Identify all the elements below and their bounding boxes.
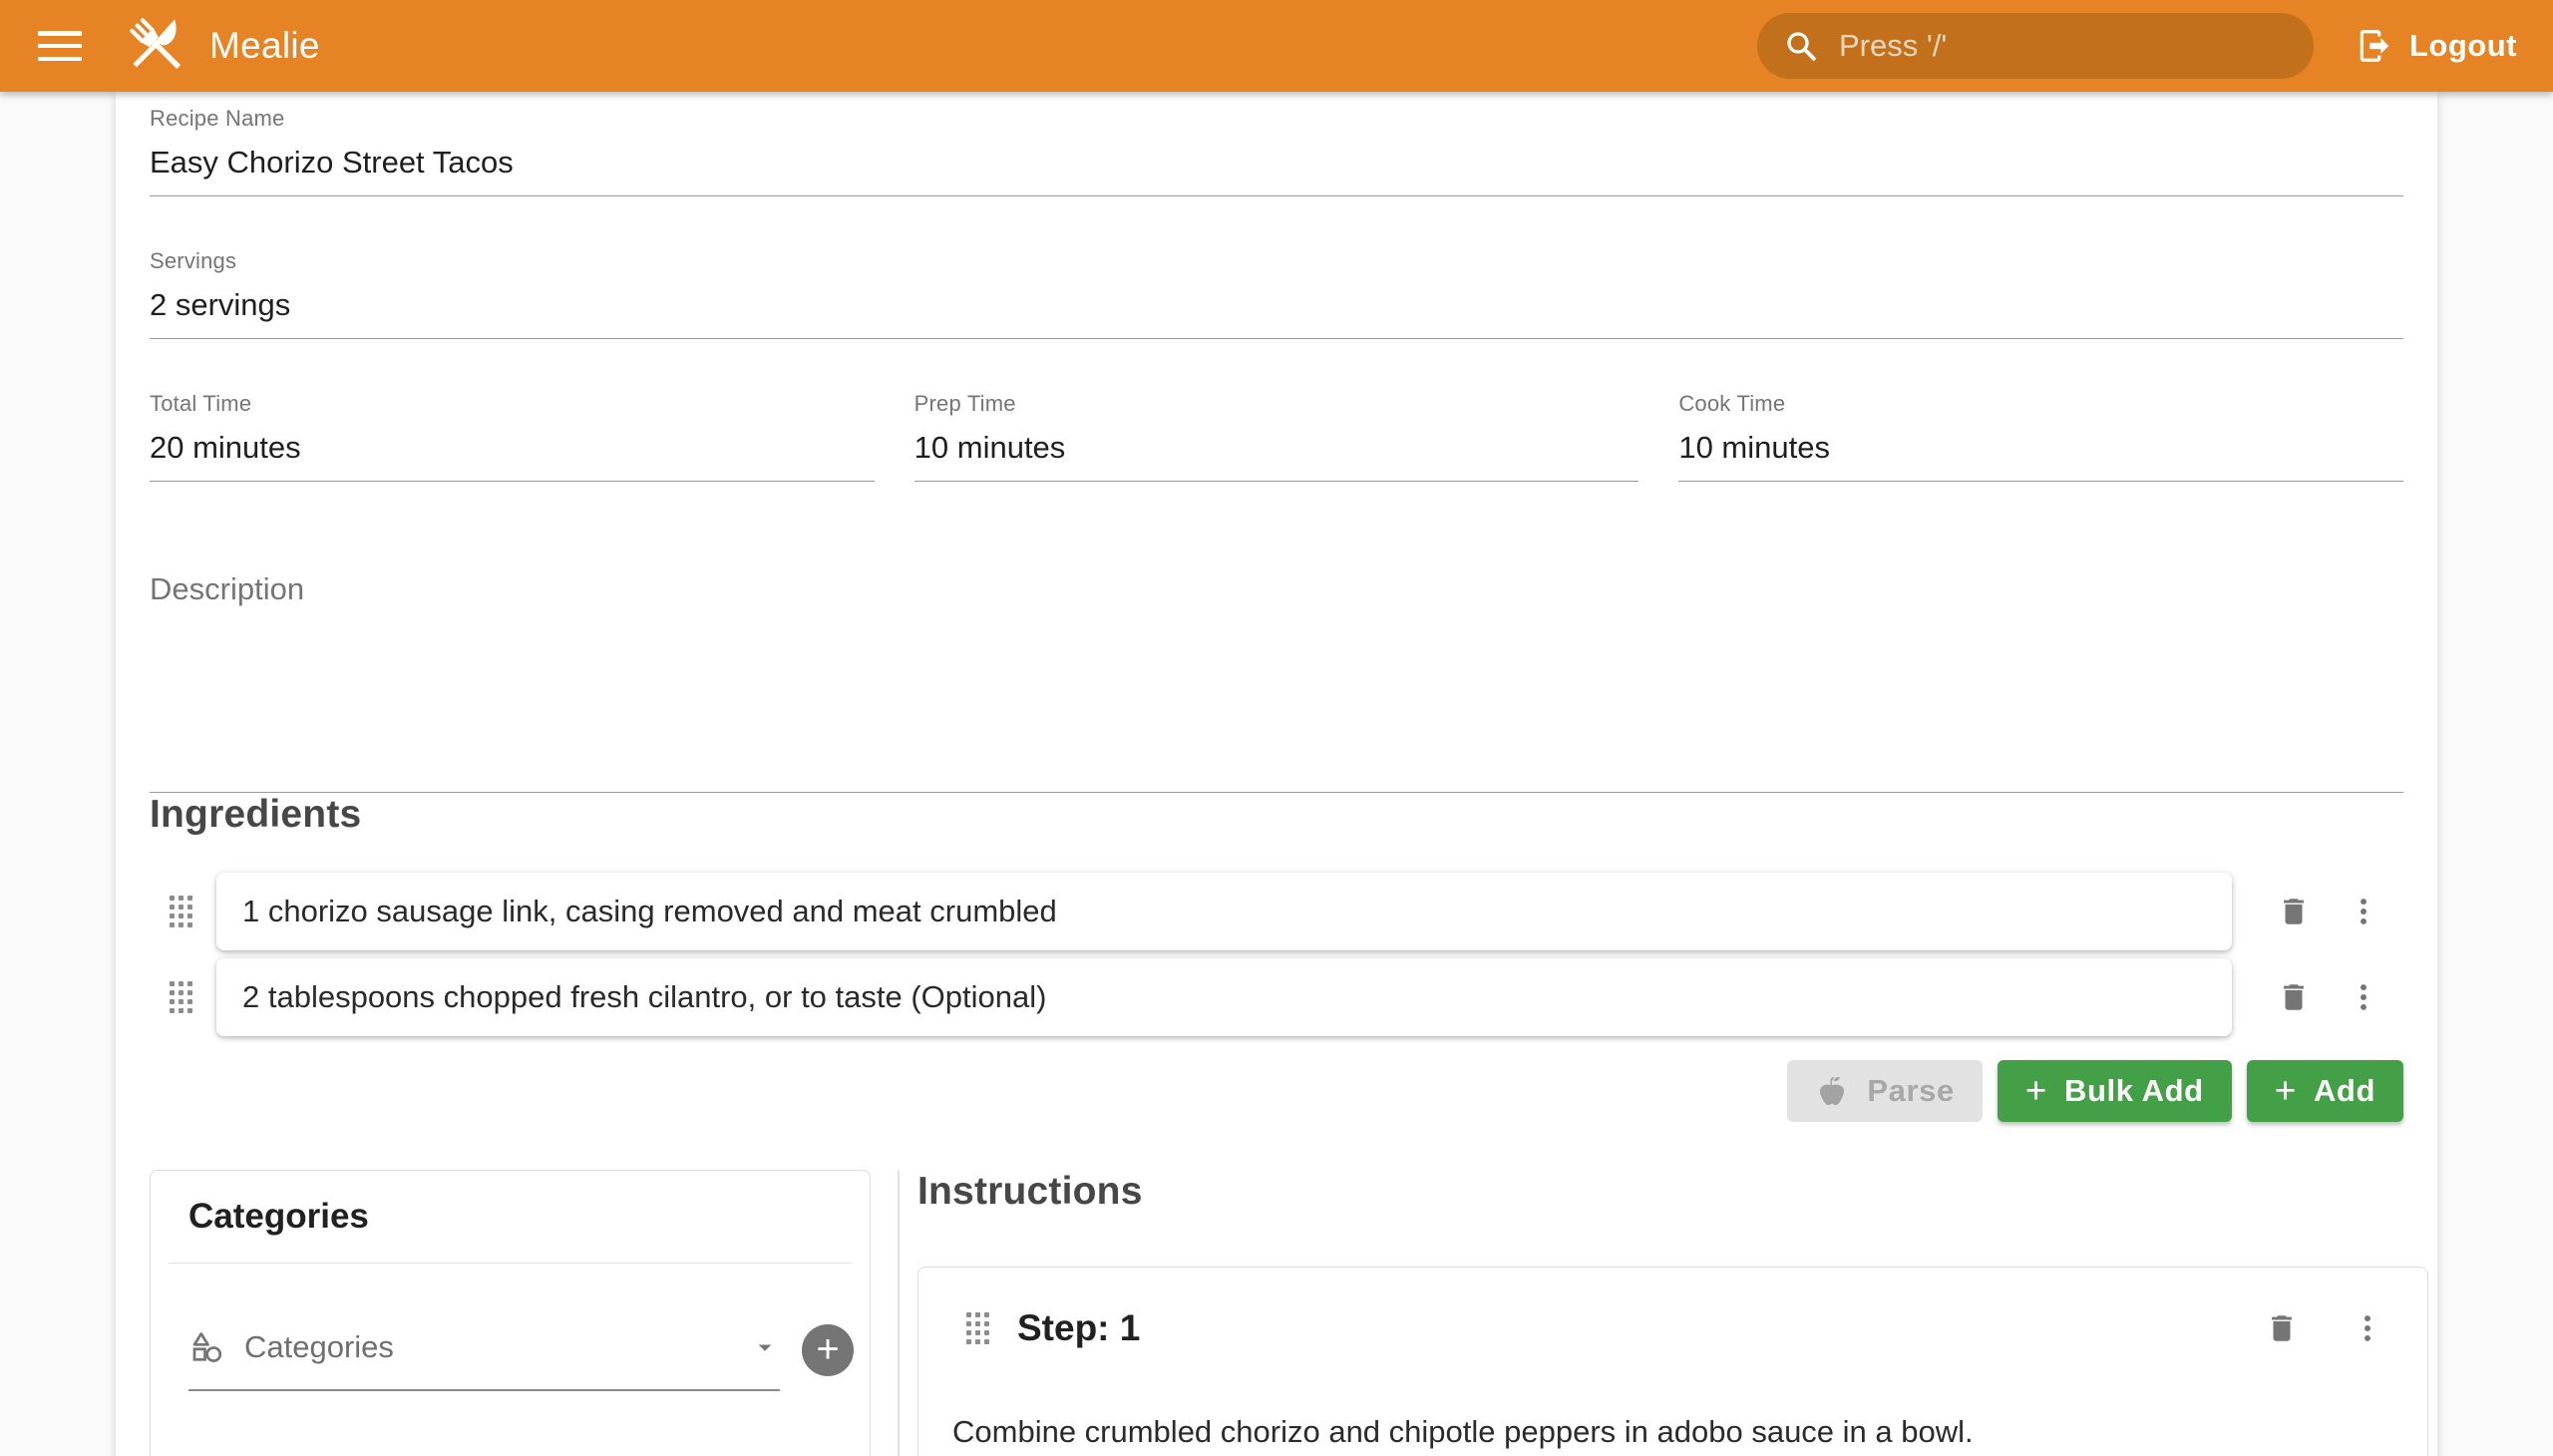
- recipe-editor-sheet: Recipe Name Easy Chorizo Street Tacos Se…: [116, 92, 2437, 1456]
- ingredient-list: 1 chorizo sausage link, casing removed a…: [150, 873, 2403, 1036]
- delete-step-button[interactable]: [2262, 1308, 2302, 1348]
- parse-label: Parse: [1867, 1073, 1954, 1109]
- step-menu-button[interactable]: [2348, 1308, 2387, 1348]
- categories-select-label: Categories: [244, 1329, 394, 1365]
- step-title: Step: 1: [1017, 1307, 1140, 1349]
- trash-icon: [2277, 895, 2311, 928]
- prep-time-label: Prep Time: [914, 391, 1640, 417]
- categories-divider: [169, 1263, 852, 1264]
- add-ingredient-button[interactable]: Add: [2247, 1060, 2403, 1122]
- apple-icon: [1815, 1074, 1849, 1108]
- drag-handle-icon[interactable]: [170, 981, 192, 1013]
- ingredient-text: 2 tablespoons chopped fresh cilantro, or…: [242, 979, 1046, 1015]
- times-row: Total Time 20 minutes Prep Time 10 minut…: [150, 391, 2403, 482]
- recipe-name-input[interactable]: Easy Chorizo Street Tacos: [150, 145, 2403, 181]
- delete-ingredient-button[interactable]: [2274, 977, 2314, 1017]
- prep-time-field: Prep Time 10 minutes: [914, 391, 1640, 482]
- app-root: Mealie Logout Recipe Name Easy Chorizo S…: [0, 0, 2553, 1456]
- ingredient-actions: Parse Bulk Add Add: [150, 1060, 2403, 1122]
- recipe-name-field: Recipe Name Easy Chorizo Street Tacos: [150, 106, 2403, 196]
- ingredient-row: 1 chorizo sausage link, casing removed a…: [150, 873, 2403, 950]
- categories-column: Categories Categories: [150, 1170, 871, 1456]
- total-time-input[interactable]: 20 minutes: [150, 430, 875, 466]
- categories-select-row: Categories: [188, 1329, 870, 1391]
- cook-time-label: Cook Time: [1678, 391, 2403, 417]
- logout-label: Logout: [2409, 28, 2517, 64]
- delete-ingredient-button[interactable]: [2274, 892, 2314, 931]
- ingredient-menu-button[interactable]: [2344, 892, 2383, 931]
- add-category-button[interactable]: [802, 1324, 854, 1376]
- parse-button[interactable]: Parse: [1787, 1060, 1982, 1122]
- chevron-down-icon: [750, 1332, 780, 1362]
- ingredient-row: 2 tablespoons chopped fresh cilantro, or…: [150, 958, 2403, 1036]
- cook-time-field: Cook Time 10 minutes: [1678, 391, 2403, 482]
- logout-icon: [2356, 27, 2393, 65]
- servings-field: Servings 2 servings: [150, 248, 2403, 339]
- drag-handle-icon[interactable]: [170, 896, 192, 927]
- kebab-menu-icon: [2347, 980, 2380, 1014]
- instructions-column: Instructions Step: 1: [900, 1170, 2403, 1456]
- logout-button[interactable]: Logout: [2356, 27, 2517, 65]
- kebab-menu-icon: [2351, 1311, 2384, 1345]
- recipe-name-label: Recipe Name: [150, 106, 2403, 132]
- categories-card-title: Categories: [151, 1171, 870, 1237]
- step-text-input[interactable]: Combine crumbled chorizo and chipotle pe…: [952, 1411, 2393, 1453]
- mealie-logo-icon: [122, 10, 193, 82]
- bulk-add-button[interactable]: Bulk Add: [1998, 1060, 2232, 1122]
- lower-section: Categories Categories: [150, 1170, 2403, 1456]
- trash-icon: [2265, 1311, 2299, 1345]
- categories-card: Categories Categories: [150, 1170, 871, 1456]
- servings-input[interactable]: 2 servings: [150, 287, 2403, 323]
- shapes-icon: [188, 1329, 224, 1365]
- step-card: Step: 1 Combine crum: [917, 1267, 2428, 1456]
- servings-label: Servings: [150, 248, 2403, 274]
- description-label: Description: [150, 571, 304, 606]
- instructions-heading: Instructions: [917, 1170, 2403, 1214]
- step-header: Step: 1: [952, 1307, 2393, 1349]
- ingredient-input[interactable]: 2 tablespoons chopped fresh cilantro, or…: [216, 958, 2232, 1036]
- plus-icon: [2275, 1072, 2314, 1111]
- kebab-menu-icon: [2347, 895, 2380, 928]
- ingredient-text: 1 chorizo sausage link, casing removed a…: [242, 894, 1057, 929]
- menu-button[interactable]: [38, 31, 82, 61]
- plus-icon: [2025, 1072, 2064, 1111]
- ingredients-heading: Ingredients: [150, 793, 2403, 837]
- total-time-label: Total Time: [150, 391, 875, 417]
- categories-select[interactable]: Categories: [188, 1329, 780, 1391]
- bulk-add-label: Bulk Add: [2064, 1073, 2204, 1109]
- app-bar: Mealie Logout: [0, 0, 2553, 92]
- description-field[interactable]: Description: [150, 571, 2403, 793]
- search-bar[interactable]: [1757, 13, 2314, 79]
- add-label: Add: [2314, 1073, 2375, 1109]
- trash-icon: [2277, 980, 2311, 1014]
- search-icon: [1783, 28, 1819, 64]
- drag-handle-icon[interactable]: [966, 1312, 989, 1344]
- search-input[interactable]: [1837, 27, 2288, 65]
- cook-time-input[interactable]: 10 minutes: [1678, 430, 2403, 466]
- ingredient-input[interactable]: 1 chorizo sausage link, casing removed a…: [216, 873, 2232, 950]
- ingredient-menu-button[interactable]: [2344, 977, 2383, 1017]
- app-title: Mealie: [209, 25, 320, 67]
- total-time-field: Total Time 20 minutes: [150, 391, 875, 482]
- prep-time-input[interactable]: 10 minutes: [914, 430, 1640, 466]
